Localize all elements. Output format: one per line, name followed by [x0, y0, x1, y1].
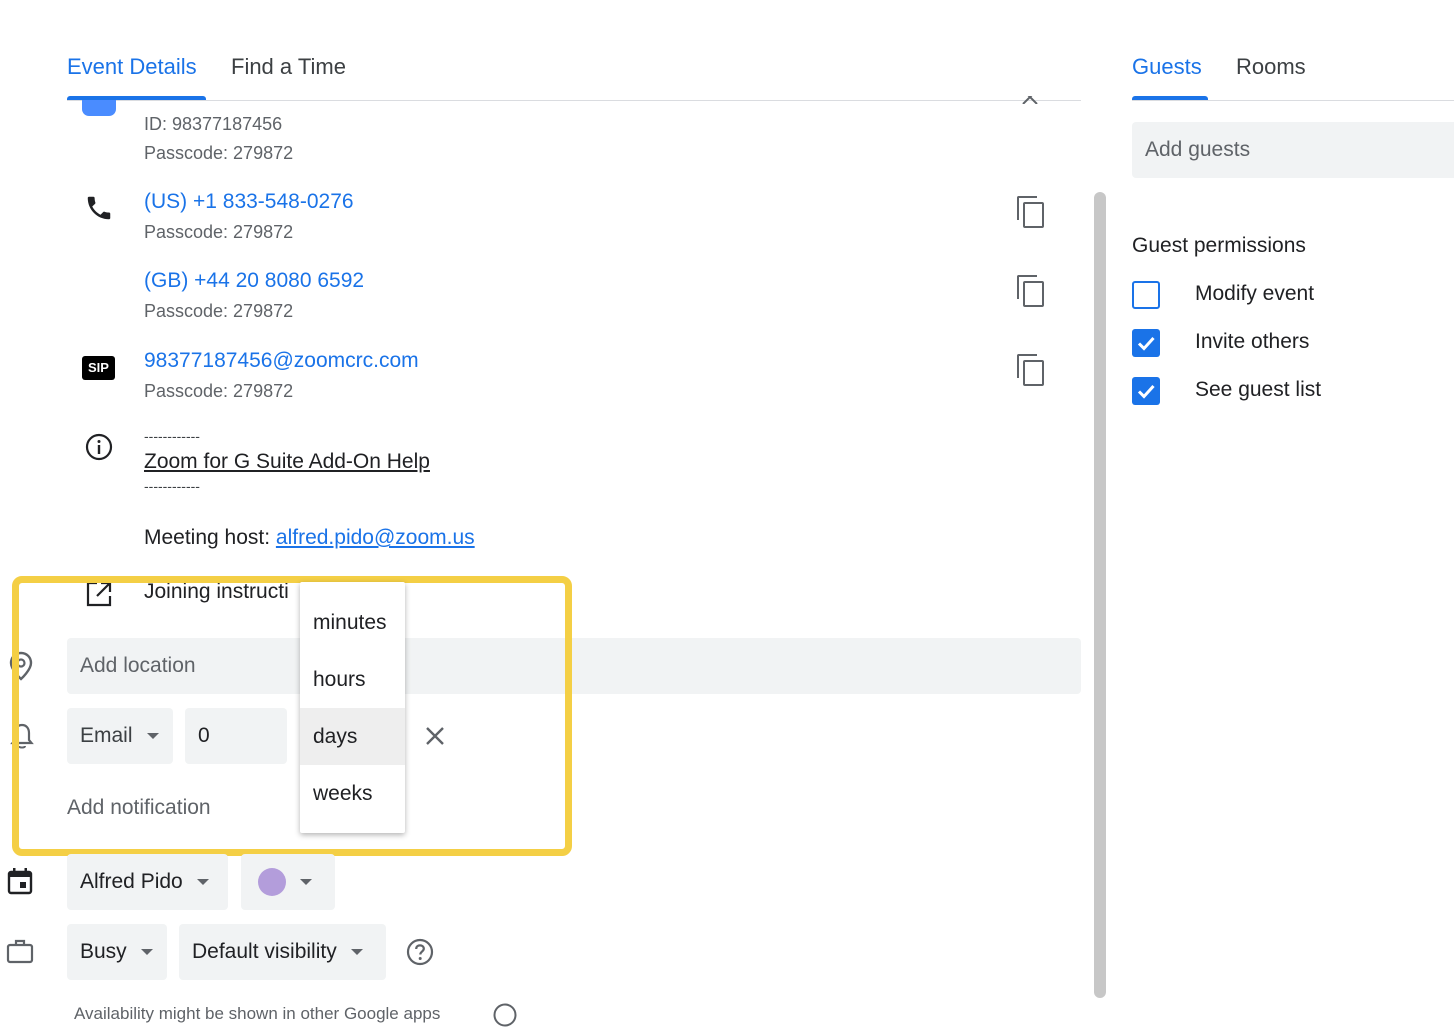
phone-icon: [84, 193, 114, 228]
tab-find-a-time[interactable]: Find a Time: [231, 54, 346, 80]
invite-others-checkbox[interactable]: [1132, 329, 1160, 357]
menu-item-days[interactable]: days: [300, 708, 405, 765]
dashes-bottom: ------------: [144, 478, 200, 494]
chevron-down-icon: [300, 879, 312, 885]
guest-permissions-title: Guest permissions: [1132, 234, 1306, 257]
copy-icon[interactable]: [1017, 196, 1045, 228]
sip-address-link[interactable]: 98377187456@zoomcrc.com: [144, 349, 419, 373]
sip-icon: SIP: [82, 356, 115, 380]
invite-others-label: Invite others: [1195, 330, 1310, 353]
time-unit-menu: minutes hours days weeks: [300, 582, 405, 833]
availability-note: Availability might be shown in other Goo…: [74, 1004, 441, 1023]
busy-status-select[interactable]: Busy: [67, 924, 167, 980]
info-icon: [84, 432, 114, 467]
briefcase-icon: [6, 938, 34, 969]
checkmark-icon: [1137, 384, 1155, 399]
passcode-text: Passcode: 279872: [144, 381, 294, 401]
highlight-annotation-box: [12, 576, 572, 856]
menu-item-hours[interactable]: hours: [300, 651, 405, 708]
calendar-icon: [7, 867, 33, 900]
meeting-host: Meeting host: alfred.pido@zoom.us: [144, 526, 475, 550]
tab-event-details[interactable]: Event Details: [67, 54, 197, 80]
meeting-id: ID: 98377187456: [144, 114, 283, 134]
phone-us-link[interactable]: (US) +1 833-548-0276: [144, 190, 354, 214]
modify-event-checkbox[interactable]: [1132, 281, 1160, 309]
event-color-select[interactable]: [241, 854, 335, 910]
host-email-link[interactable]: alfred.pido@zoom.us: [276, 526, 475, 549]
tab-guests[interactable]: Guests: [1132, 54, 1202, 80]
tabs-divider: [67, 100, 1081, 101]
zoom-video-icon: [82, 100, 116, 116]
see-guest-list-checkbox[interactable]: [1132, 377, 1160, 405]
menu-item-weeks[interactable]: weeks: [300, 765, 405, 822]
chevron-down-icon: [140, 949, 153, 955]
chevron-down-icon: [196, 879, 209, 885]
menu-item-minutes[interactable]: minutes: [300, 594, 405, 651]
meeting-host-label: Meeting host:: [144, 526, 276, 549]
help-link[interactable]: Zoom for G Suite Add-On Help: [144, 450, 430, 474]
right-tabs-divider: [1132, 100, 1454, 101]
calendar-owner: Alfred Pido: [80, 870, 183, 893]
visibility-value: Default visibility: [192, 940, 337, 963]
color-swatch: [258, 868, 286, 896]
passcode-text: Passcode: 279872: [144, 222, 294, 242]
phone-gb-link[interactable]: (GB) +44 20 8080 6592: [144, 269, 364, 293]
passcode-text: Passcode: 279872: [144, 143, 294, 163]
visibility-select[interactable]: Default visibility: [179, 924, 386, 980]
help-icon[interactable]: [406, 938, 434, 971]
copy-icon[interactable]: [1017, 275, 1045, 307]
calendar-select[interactable]: Alfred Pido: [67, 854, 228, 910]
checkmark-icon: [1137, 336, 1155, 351]
see-guest-list-label: See guest list: [1195, 378, 1322, 401]
tab-rooms[interactable]: Rooms: [1236, 54, 1306, 80]
busy-status-value: Busy: [80, 940, 127, 963]
dashes-top: ------------: [144, 428, 200, 444]
passcode-text: Passcode: 279872: [144, 301, 294, 321]
chevron-down-icon: [350, 949, 363, 955]
add-guests-input[interactable]: Add guests: [1132, 122, 1454, 178]
modify-event-label: Modify event: [1195, 282, 1315, 305]
copy-icon[interactable]: [1017, 354, 1045, 386]
close-conference-icon[interactable]: [1020, 96, 1040, 104]
scrollbar[interactable]: [1094, 192, 1106, 998]
